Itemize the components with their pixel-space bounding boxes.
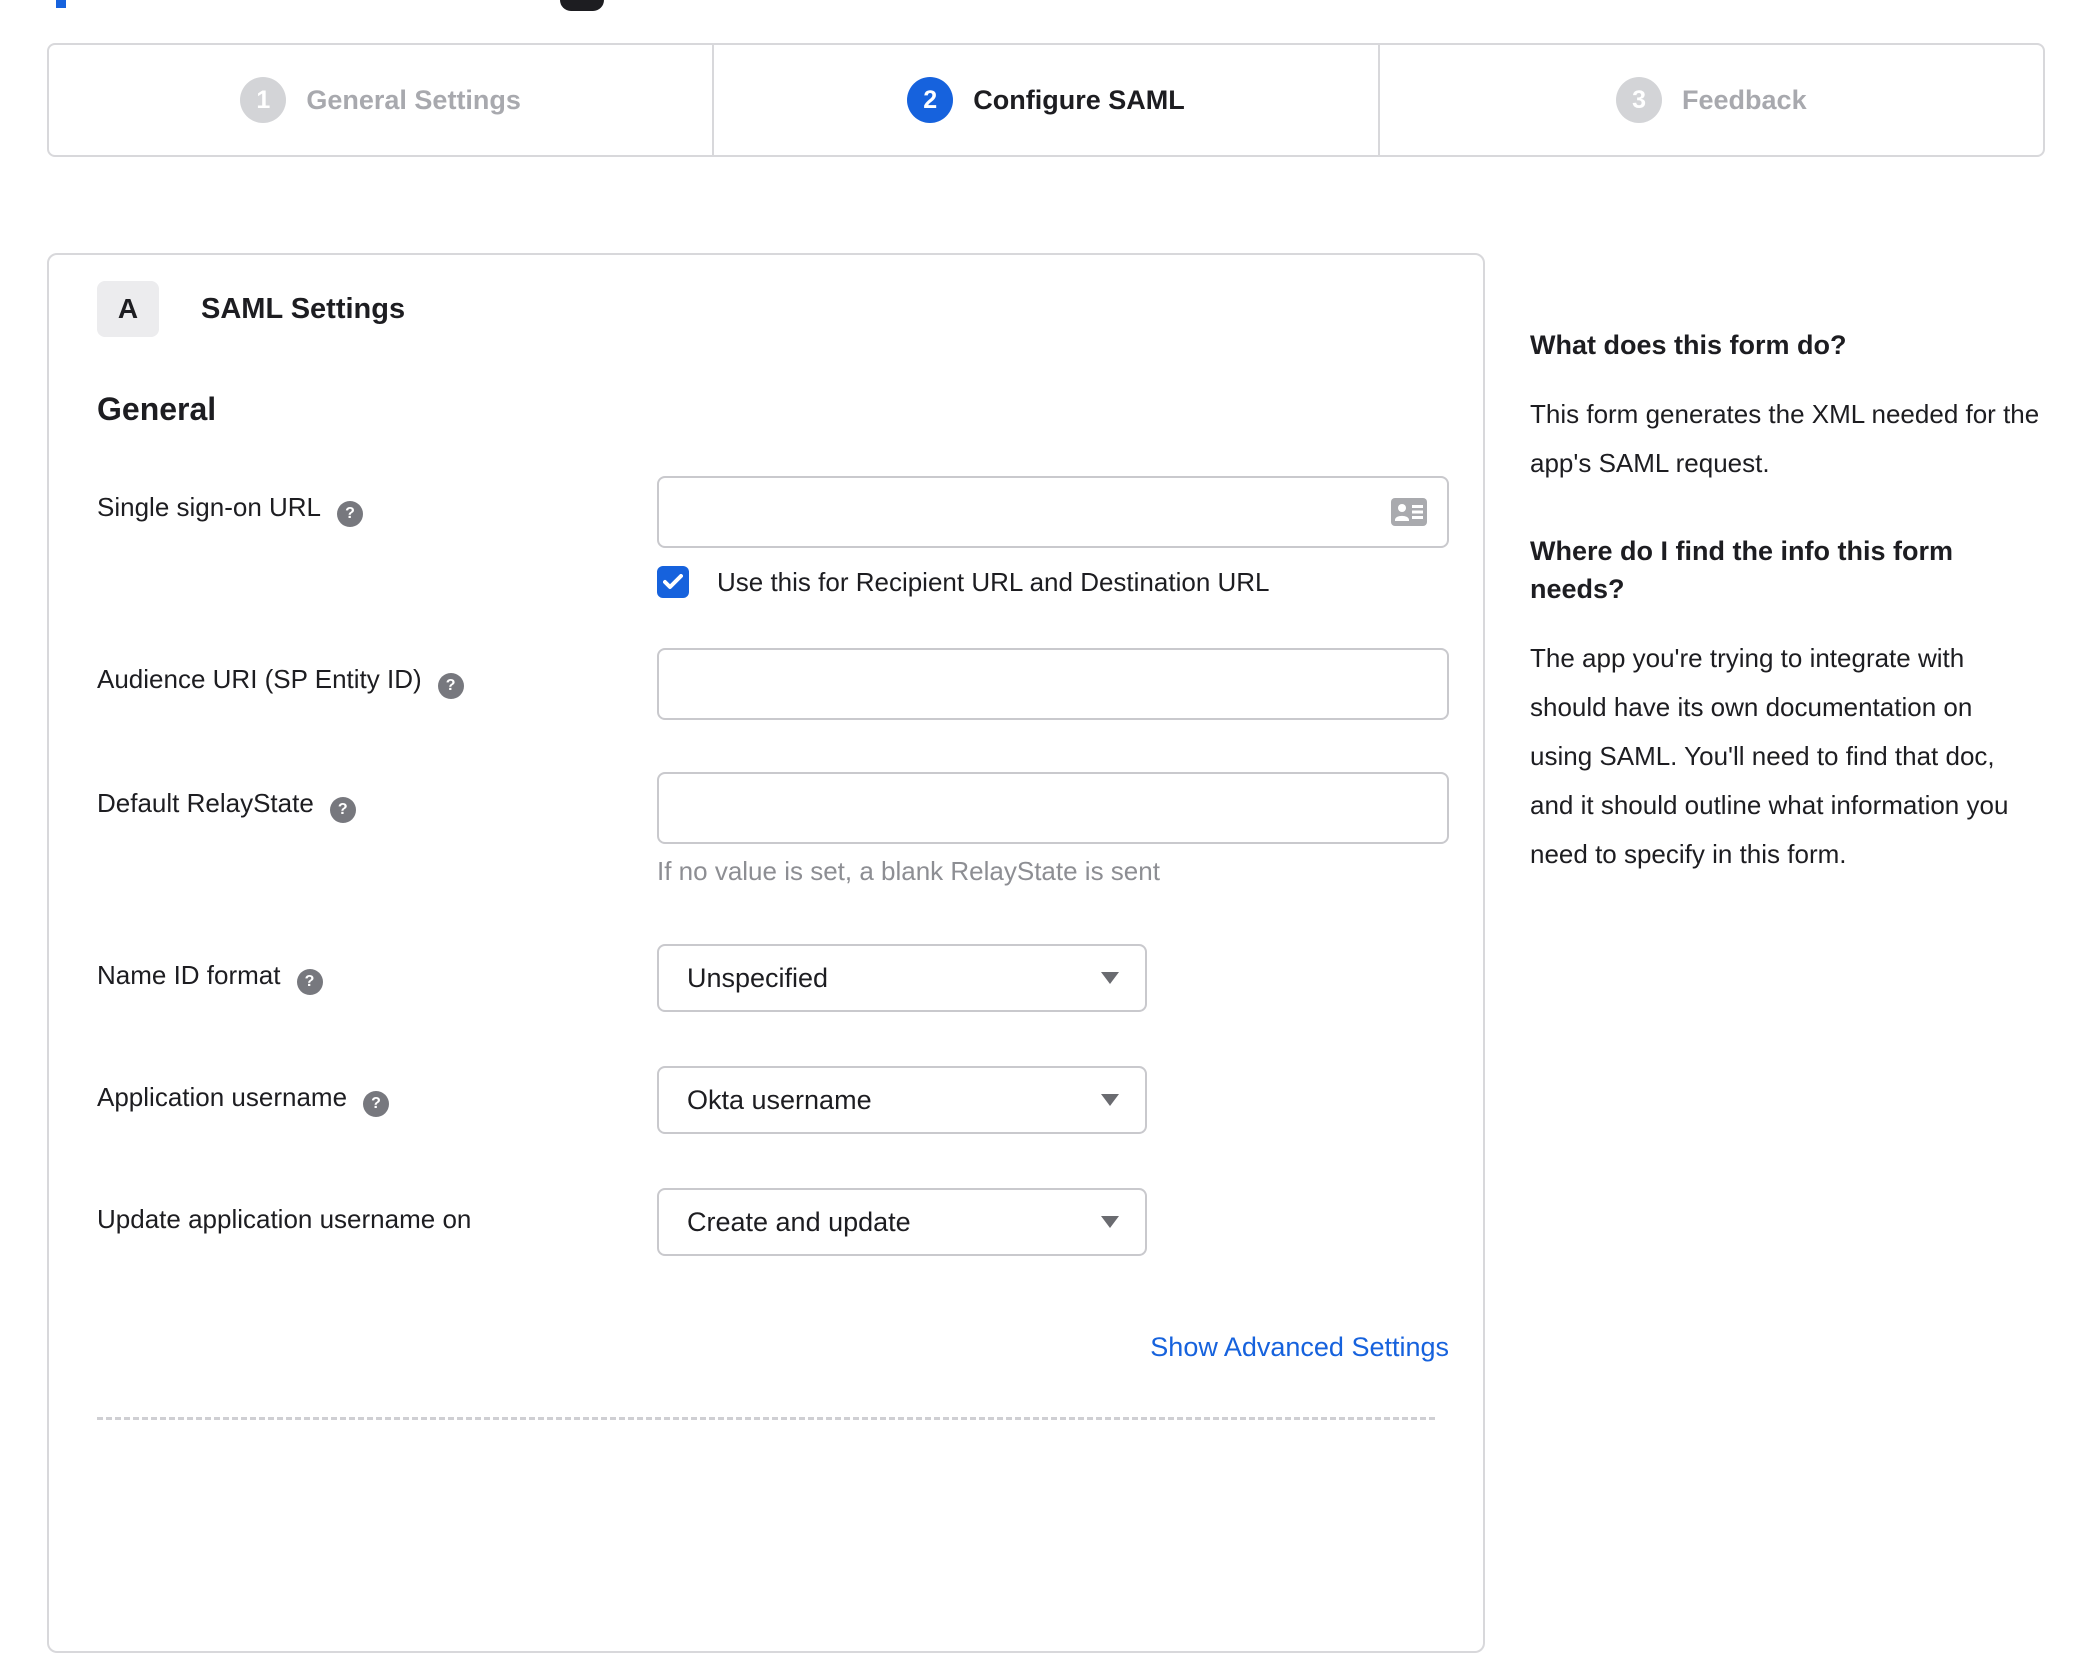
checkmark-icon <box>663 574 683 589</box>
help-paragraph-1: This form generates the XML needed for t… <box>1530 399 2040 478</box>
cutoff-blue-fragment <box>56 0 66 8</box>
step-1-label: General Settings <box>306 84 521 115</box>
saml-form: Single sign-on URL? Use this for Recipie… <box>97 476 1449 1420</box>
app-username-help-icon[interactable]: ? <box>363 1091 390 1117</box>
nameid-format-select[interactable]: Unspecified <box>657 944 1147 1012</box>
relaystate-label: Default RelayState <box>97 788 314 818</box>
update-username-label: Update application username on <box>97 1204 472 1234</box>
nameid-label-cell: Name ID format? <box>97 944 657 1012</box>
audience-uri-input-wrap <box>657 648 1449 720</box>
app-username-label-cell: Application username? <box>97 1066 657 1134</box>
step-feedback[interactable]: 3 Feedback <box>1377 45 2043 155</box>
step-1-circle: 1 <box>240 77 287 123</box>
nameid-help-icon[interactable]: ? <box>296 969 323 995</box>
relaystate-hint: If no value is set, a blank RelayState i… <box>657 856 1160 886</box>
relaystate-control-cell: If no value is set, a blank RelayState i… <box>657 772 1449 886</box>
advanced-settings-row: Show Advanced Settings <box>97 1332 1449 1363</box>
audience-uri-input[interactable] <box>659 650 1447 718</box>
relaystate-help-icon[interactable]: ? <box>329 797 356 823</box>
recipient-url-checkbox[interactable] <box>657 566 689 598</box>
sso-url-input-wrap <box>657 476 1449 548</box>
help-paragraph-2: The app you're trying to integrate with … <box>1530 643 2009 869</box>
nameid-control-cell: Unspecified <box>657 944 1435 1012</box>
help-heading-2: Where do I find the info this form needs… <box>1530 536 1953 604</box>
update-username-value: Create and update <box>687 1206 911 1237</box>
sso-url-input[interactable] <box>659 478 1447 546</box>
app-username-label: Application username <box>97 1082 348 1112</box>
app-username-select[interactable]: Okta username <box>657 1066 1147 1134</box>
step-configure-saml[interactable]: 2 Configure SAML <box>712 45 1377 155</box>
form-row-nameid-format: Name ID format? Unspecified <box>97 944 1435 1012</box>
step-2-circle: 2 <box>907 77 954 123</box>
relaystate-input-wrap <box>657 772 1449 844</box>
form-row-sso-url: Single sign-on URL? Use this for Recipie… <box>97 476 1449 602</box>
wizard-stepper: 1 General Settings 2 Configure SAML 3 Fe… <box>47 43 2045 157</box>
saml-settings-panel: A SAML Settings General Single sign-on U… <box>47 253 1485 1653</box>
cutoff-logo-fragment <box>560 0 604 11</box>
help-heading-1: What does this form do? <box>1530 330 1847 360</box>
form-row-relaystate: Default RelayState? If no value is set, … <box>97 772 1449 886</box>
nameid-format-value: Unspecified <box>687 962 829 993</box>
section-a-badge: A <box>97 281 159 337</box>
nameid-label: Name ID format <box>97 960 281 990</box>
general-section-heading: General <box>97 391 217 427</box>
update-username-control-cell: Create and update <box>657 1188 1435 1256</box>
update-username-select[interactable]: Create and update <box>657 1188 1147 1256</box>
audience-uri-label-cell: Audience URI (SP Entity ID)? <box>97 648 657 720</box>
dropdown-caret-icon <box>1101 972 1119 984</box>
section-dashed-divider <box>97 1417 1435 1420</box>
form-row-app-username: Application username? Okta username <box>97 1066 1435 1134</box>
sso-url-help-icon[interactable]: ? <box>337 501 364 527</box>
contact-card-icon[interactable] <box>1391 498 1427 526</box>
update-username-label-cell: Update application username on <box>97 1188 657 1256</box>
app-username-control-cell: Okta username <box>657 1066 1435 1134</box>
form-row-update-username: Update application username on Create an… <box>97 1188 1435 1256</box>
audience-uri-label: Audience URI (SP Entity ID) <box>97 664 422 694</box>
sso-url-label: Single sign-on URL <box>97 492 322 522</box>
help-sidebar: What does this form do? This form genera… <box>1530 326 2040 923</box>
step-3-label: Feedback <box>1682 84 1807 115</box>
audience-uri-control-cell <box>657 648 1449 720</box>
show-advanced-settings-link[interactable]: Show Advanced Settings <box>1150 1332 1449 1363</box>
relaystate-label-cell: Default RelayState? <box>97 772 657 886</box>
step-general-settings[interactable]: 1 General Settings <box>49 45 712 155</box>
audience-uri-help-icon[interactable]: ? <box>437 673 464 699</box>
recipient-url-checkbox-row: Use this for Recipient URL and Destinati… <box>657 562 1449 602</box>
dropdown-caret-icon <box>1101 1094 1119 1106</box>
step-2-label: Configure SAML <box>973 84 1185 115</box>
app-username-value: Okta username <box>687 1084 872 1115</box>
sso-url-control-cell: Use this for Recipient URL and Destinati… <box>657 476 1449 602</box>
sso-url-label-cell: Single sign-on URL? <box>97 476 657 602</box>
step-3-circle: 3 <box>1616 77 1663 123</box>
recipient-url-checkbox-label[interactable]: Use this for Recipient URL and Destinati… <box>717 567 1270 598</box>
dropdown-caret-icon <box>1101 1216 1119 1228</box>
relaystate-input[interactable] <box>659 774 1447 842</box>
form-row-audience-uri: Audience URI (SP Entity ID)? <box>97 648 1449 720</box>
panel-header: A SAML Settings <box>97 281 1435 337</box>
panel-title: SAML Settings <box>201 292 406 325</box>
